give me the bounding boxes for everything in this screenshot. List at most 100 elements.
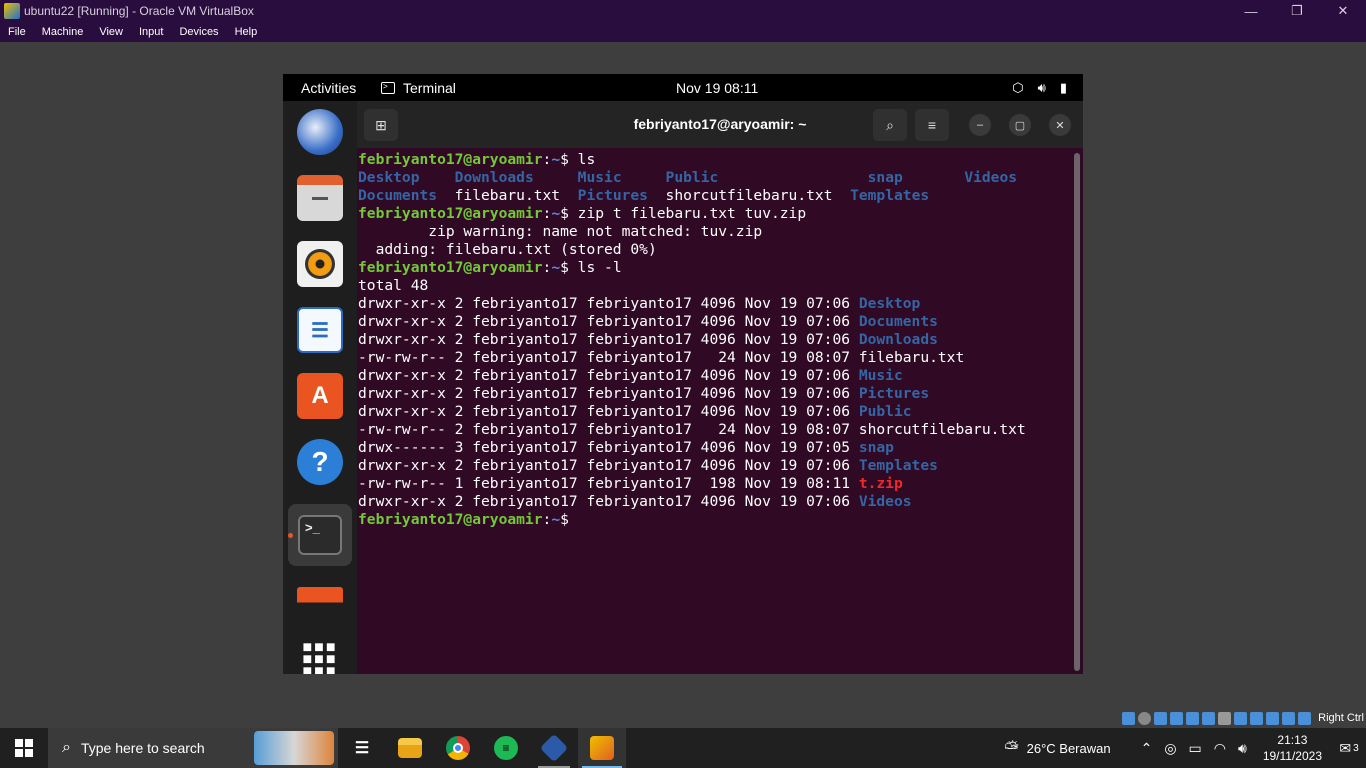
directory-name: Desktop xyxy=(858,295,921,312)
windows-logo-icon xyxy=(15,739,33,757)
menu-view[interactable]: View xyxy=(91,26,131,38)
menu-file[interactable]: File xyxy=(0,26,34,38)
task-view-button[interactable]: ☰ xyxy=(338,728,386,768)
dock-rhythmbox[interactable] xyxy=(295,239,345,289)
terminal-line: febriyanto17@aryoamir:~$ zip t filebaru.… xyxy=(358,205,1068,223)
dock-thunderbird[interactable] xyxy=(295,107,345,157)
search-icon: ⌕ xyxy=(886,116,894,133)
output-text: adding: filebaru.txt (stored 0%) xyxy=(358,241,657,258)
app-menu[interactable]: > Terminal xyxy=(381,80,561,96)
taskbar-spotify[interactable]: ≡ xyxy=(482,728,530,768)
dock-libreoffice-writer[interactable]: ☰ xyxy=(295,305,345,355)
directory-name: Videos xyxy=(964,169,1018,186)
directory-name: snap xyxy=(858,439,894,456)
taskbar-search[interactable]: ⌕ Type here to search xyxy=(48,728,338,768)
terminal-icon: > xyxy=(381,81,395,94)
cpu-icon[interactable] xyxy=(1250,711,1264,725)
chevron-up-icon[interactable]: ⌃ xyxy=(1141,740,1153,757)
terminal-output[interactable]: febriyanto17@aryoamir:~$ ls Desktop Downl… xyxy=(358,151,1068,671)
terminal-window[interactable]: ⊞ febriyanto17@aryoamir: ~ ⌕ ≡ – ▢ ✕ feb… xyxy=(357,101,1083,674)
output-text: drwx------ 3 febriyanto17 febriyanto17 4… xyxy=(358,439,859,456)
folder-icon xyxy=(398,738,422,758)
terminal-headerbar: ⊞ febriyanto17@aryoamir: ~ ⌕ ≡ – ▢ ✕ xyxy=(357,101,1083,148)
hamburger-icon: ≡ xyxy=(927,117,937,133)
prompt-separator: : xyxy=(542,151,552,168)
host-key-icon[interactable] xyxy=(1298,711,1312,725)
app-center-icon: A xyxy=(297,373,343,419)
prompt-separator: : xyxy=(542,205,552,222)
output-text: drwxr-xr-x 2 febriyanto17 febriyanto17 4… xyxy=(358,457,859,474)
prompt-user: febriyanto17@aryoamir xyxy=(358,259,543,276)
meet-now-icon[interactable]: ◎ xyxy=(1164,740,1176,757)
directory-name: Documents xyxy=(358,187,438,204)
audio-icon[interactable] xyxy=(1154,711,1168,725)
notification-center-button[interactable]: ✉ 3 xyxy=(1332,728,1366,768)
dock-help[interactable]: ? xyxy=(295,437,345,487)
display-icon[interactable] xyxy=(1218,711,1232,725)
close-button[interactable]: ✕ xyxy=(1320,0,1366,22)
output-text: drwxr-xr-x 2 febriyanto17 febriyanto17 4… xyxy=(358,331,859,348)
taskbar-chrome[interactable] xyxy=(434,728,482,768)
minimize-icon: – xyxy=(976,119,984,131)
directory-name: Pictures xyxy=(858,385,930,402)
menu-input[interactable]: Input xyxy=(131,26,171,38)
maximize-icon: ▢ xyxy=(1014,119,1026,132)
dock-disk[interactable] xyxy=(295,575,345,625)
shared-folder-icon[interactable] xyxy=(1202,711,1216,725)
dock-show-apps[interactable]: ■■■ ■■■ ■■■ xyxy=(295,635,345,675)
usb-icon[interactable] xyxy=(1186,711,1200,725)
directory-name: snap xyxy=(867,169,903,186)
recording-icon[interactable] xyxy=(1234,711,1248,725)
keyboard-icon[interactable] xyxy=(1282,711,1296,725)
command-text: $ zip t filebaru.txt tuv.zip xyxy=(560,205,807,222)
menu-button[interactable]: ≡ xyxy=(915,109,949,141)
directory-name: Downloads xyxy=(454,169,578,186)
terminal-close-button[interactable]: ✕ xyxy=(1049,114,1071,136)
menu-machine[interactable]: Machine xyxy=(34,26,92,38)
terminal-minimize-button[interactable]: – xyxy=(969,114,991,136)
activities-button[interactable]: Activities xyxy=(301,80,381,96)
hdd-icon[interactable] xyxy=(1122,711,1136,725)
taskbar-vm-window[interactable] xyxy=(578,728,626,768)
system-tray[interactable]: ⬡ 🔊︎ ▮ xyxy=(1012,80,1067,96)
files-icon xyxy=(297,175,343,221)
battery-icon[interactable]: ▭ xyxy=(1189,740,1202,757)
wifi-icon[interactable]: ◠ xyxy=(1214,740,1226,757)
terminal-line: drwxr-xr-x 2 febriyanto17 febriyanto17 4… xyxy=(358,457,1068,475)
search-placeholder: Type here to search xyxy=(80,740,205,756)
network-icon[interactable] xyxy=(1170,711,1184,725)
minimize-button[interactable]: — xyxy=(1228,0,1274,22)
volume-icon[interactable]: 🔊︎ xyxy=(1238,740,1247,757)
virtualbox-logo-icon xyxy=(4,3,20,19)
menu-devices[interactable]: Devices xyxy=(171,26,226,38)
search-highlight-image xyxy=(254,731,334,765)
weather-widget[interactable]: ⛅︎ 26°C Berawan xyxy=(1004,738,1110,759)
dock-files[interactable] xyxy=(295,173,345,223)
clock[interactable]: Nov 19 08:11 xyxy=(676,80,758,96)
prompt-separator: : xyxy=(542,259,552,276)
weather-icon: ⛅︎ xyxy=(1004,737,1019,758)
terminal-scrollbar[interactable] xyxy=(1074,153,1080,671)
terminal-line: adding: filebaru.txt (stored 0%) xyxy=(358,241,1068,259)
dock-app-center[interactable]: A xyxy=(295,371,345,421)
output-text: drwxr-xr-x 2 febriyanto17 febriyanto17 4… xyxy=(358,367,859,384)
prompt-path: ~ xyxy=(551,511,561,528)
dock-terminal[interactable]: >_ xyxy=(288,504,352,566)
restore-button[interactable]: ❐ xyxy=(1274,0,1320,22)
menu-help[interactable]: Help xyxy=(227,26,266,38)
search-button[interactable]: ⌕ xyxy=(873,109,907,141)
writer-icon: ☰ xyxy=(297,307,343,353)
start-button[interactable] xyxy=(0,728,48,768)
volume-icon: 🔊︎ xyxy=(1037,79,1046,95)
command-text: $ ls -l xyxy=(560,259,622,276)
prompt-separator: : xyxy=(542,511,552,528)
optical-icon[interactable] xyxy=(1138,711,1152,725)
clock[interactable]: 21:13 19/11/2023 xyxy=(1263,732,1322,764)
close-icon: ✕ xyxy=(1055,119,1065,132)
taskbar-virtualbox[interactable] xyxy=(530,728,578,768)
terminal-maximize-button[interactable]: ▢ xyxy=(1009,114,1031,136)
mouse-integration-icon[interactable] xyxy=(1266,711,1280,725)
dock: ☰ A ? >_ ■■■ ■■■ ■■■ xyxy=(283,101,357,674)
taskbar-file-explorer[interactable] xyxy=(386,728,434,768)
